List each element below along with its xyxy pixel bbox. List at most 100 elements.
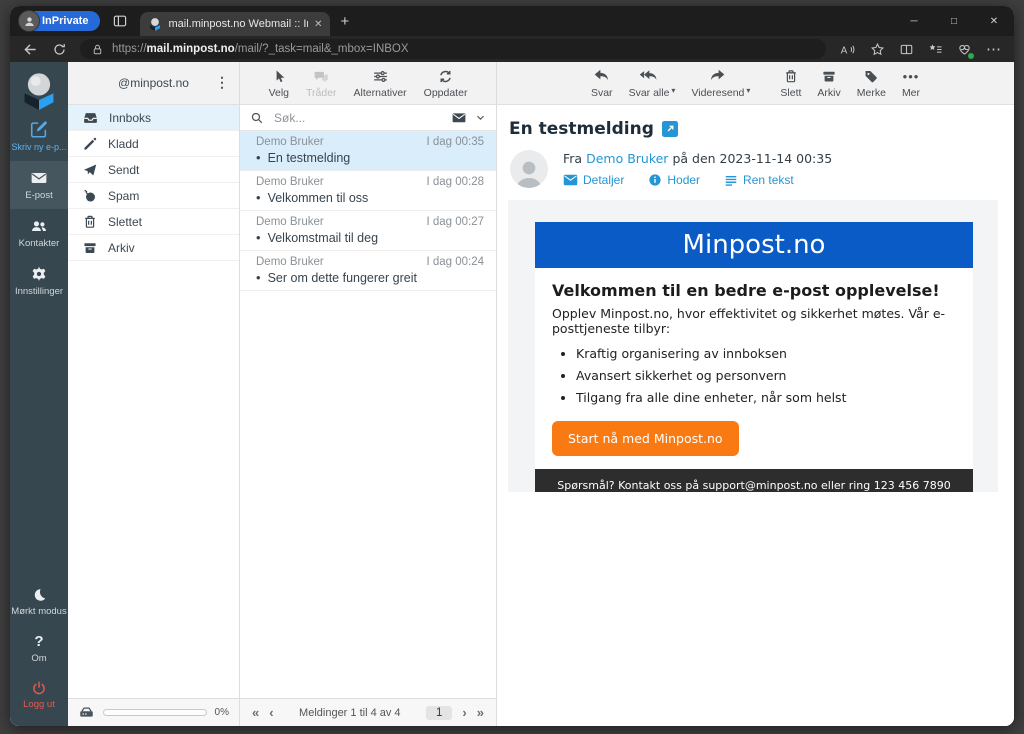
- browser-menu-icon[interactable]: ⋯: [986, 40, 1002, 58]
- message-date: I dag 00:24: [426, 256, 484, 268]
- reply-button[interactable]: Svar: [591, 68, 613, 99]
- pointer-icon: [271, 68, 287, 85]
- message-sender: Demo Bruker: [256, 256, 324, 268]
- sidebar-item-contacts[interactable]: Kontakter: [10, 209, 68, 257]
- message-row[interactable]: Demo BrukerI dag 00:24 •Ser om dette fun…: [240, 251, 496, 291]
- folder-menu-icon[interactable]: ⋮: [215, 74, 229, 91]
- folder-label: Slettet: [108, 215, 142, 229]
- next-page-button[interactable]: ›: [462, 705, 466, 720]
- more-button[interactable]: ••• Mer: [902, 68, 920, 99]
- from-label: Fra: [563, 151, 582, 166]
- toolbar-label: Svar alle: [629, 87, 670, 99]
- folder-inbox[interactable]: Innboks: [68, 105, 239, 131]
- message-row[interactable]: Demo BrukerI dag 00:28 •Velkommen til os…: [240, 171, 496, 211]
- inprivate-label: InPrivate: [42, 15, 88, 27]
- moon-icon: [31, 587, 47, 603]
- details-link[interactable]: Detaljer: [563, 173, 624, 187]
- folder-drafts[interactable]: Kladd: [68, 131, 239, 157]
- first-page-button[interactable]: «: [252, 705, 259, 720]
- toolbar-label: Mer: [902, 87, 920, 99]
- lock-icon: [91, 43, 104, 56]
- select-button[interactable]: Velg: [269, 68, 289, 99]
- pagination-bar: « ‹ Meldinger 1 til 4 av 4 1 › »: [240, 698, 496, 726]
- sender-avatar: [510, 150, 548, 188]
- message-row[interactable]: Demo BrukerI dag 00:27 •Velkomstmail til…: [240, 211, 496, 251]
- refresh-icon[interactable]: [52, 42, 67, 57]
- threads-icon: [312, 68, 330, 85]
- more-dots-icon: •••: [903, 68, 920, 85]
- email-bullet-list: Kraftig organisering av innboksen Avanse…: [552, 344, 956, 407]
- mark-button[interactable]: Merke: [857, 68, 886, 99]
- browser-tab[interactable]: mail.minpost.no Webmail :: Innb ✕: [140, 12, 330, 36]
- plaintext-link[interactable]: Ren tekst: [724, 173, 794, 187]
- threads-button[interactable]: Tråder: [306, 68, 337, 99]
- details-mail-icon: [563, 174, 578, 186]
- webmail-favicon: [148, 17, 162, 31]
- header-links: Detaljer Hoder Ren tekst: [563, 173, 832, 187]
- search-input[interactable]: [272, 110, 443, 126]
- browser-essentials-icon[interactable]: [957, 42, 972, 57]
- window-minimize-button[interactable]: ─: [894, 6, 934, 36]
- toolbar-label: Oppdater: [424, 87, 468, 99]
- tab-actions-icon[interactable]: [112, 13, 128, 29]
- inprivate-badge[interactable]: InPrivate: [18, 11, 100, 31]
- back-icon[interactable]: [22, 41, 39, 58]
- url-field[interactable]: https://mail.minpost.no/mail/?_task=mail…: [80, 39, 826, 59]
- refresh-list-button[interactable]: Oppdater: [424, 68, 468, 99]
- roundcube-logo: [19, 70, 59, 110]
- split-screen-icon[interactable]: [899, 42, 914, 57]
- open-in-new-window-icon[interactable]: [662, 121, 678, 137]
- settings-gear-icon: [30, 265, 48, 283]
- browser-addressbar: https://mail.minpost.no/mail/?_task=mail…: [10, 36, 1014, 62]
- folder-sent[interactable]: Sendt: [68, 157, 239, 183]
- dark-mode-toggle[interactable]: Mørkt modus: [10, 579, 68, 625]
- tab-close-icon[interactable]: ✕: [314, 19, 322, 30]
- sender-link[interactable]: Demo Bruker: [586, 151, 668, 166]
- search-options-chevron-icon[interactable]: [475, 112, 486, 123]
- prev-page-button[interactable]: ‹: [269, 705, 273, 720]
- sidebar-item-mail[interactable]: E-post: [10, 161, 68, 209]
- message-subject: Ser om dette fungerer greit: [268, 271, 417, 285]
- about-button[interactable]: ? Om: [10, 625, 68, 672]
- toolbar-label: Slett: [780, 87, 801, 99]
- scope-mail-icon[interactable]: [451, 111, 467, 125]
- delete-button[interactable]: Slett: [780, 68, 801, 99]
- favorite-star-icon[interactable]: [870, 42, 885, 57]
- collections-icon[interactable]: [928, 42, 943, 57]
- reply-all-caret-icon[interactable]: ▾: [671, 86, 675, 99]
- sidebar-item-settings[interactable]: Innstillinger: [10, 257, 68, 305]
- current-page-field[interactable]: 1: [426, 706, 452, 720]
- email-cta-button[interactable]: Start nå med Minpost.no: [552, 421, 739, 456]
- folders-pane: @minpost.no ⋮ Innboks Kladd Sendt Spam: [68, 62, 240, 726]
- forward-caret-icon[interactable]: ▾: [746, 86, 750, 99]
- folder-trash[interactable]: Slettet: [68, 209, 239, 235]
- new-tab-button[interactable]: +: [340, 13, 349, 30]
- last-page-button[interactable]: »: [477, 705, 484, 720]
- archive-button[interactable]: Arkiv: [817, 68, 840, 99]
- forward-button[interactable]: Videresend: [691, 68, 744, 99]
- logout-button[interactable]: Logg ut: [10, 672, 68, 718]
- date-text: på den 2023-11-14 00:35: [672, 151, 832, 166]
- reply-all-button[interactable]: Svar alle: [629, 68, 670, 99]
- toolbar-label: Arkiv: [817, 87, 840, 99]
- read-aloud-icon[interactable]: A: [839, 42, 856, 57]
- message-subject: Velkommen til oss: [268, 191, 369, 205]
- message-subject: Velkomstmail til deg: [268, 231, 378, 245]
- options-button[interactable]: Alternativer: [354, 68, 407, 99]
- folder-archive[interactable]: Arkiv: [68, 235, 239, 261]
- pagination-summary: Meldinger 1 til 4 av 4: [284, 707, 416, 719]
- message-sender: Demo Bruker: [256, 136, 324, 148]
- window-maximize-button[interactable]: □: [934, 6, 974, 36]
- email-content: Velkommen til en bedre e-post opplevelse…: [535, 268, 973, 469]
- folder-spam[interactable]: Spam: [68, 183, 239, 209]
- message-row[interactable]: Demo BrukerI dag 00:35 •En testmelding: [240, 131, 496, 171]
- email-intro: Opplev Minpost.no, hvor effektivitet og …: [552, 306, 956, 336]
- refresh-arrows-icon: [437, 68, 454, 85]
- headers-link[interactable]: Hoder: [648, 173, 700, 187]
- message-toolbar: Svar Svar alle ▾ Videresend ▾: [497, 62, 1014, 105]
- window-close-button[interactable]: ✕: [974, 6, 1014, 36]
- reply-all-icon: [638, 68, 659, 85]
- compose-button[interactable]: Skriv ny e-p...: [10, 119, 68, 161]
- search-bar: [240, 105, 496, 131]
- email-brand-banner: Minpost.no: [535, 222, 973, 268]
